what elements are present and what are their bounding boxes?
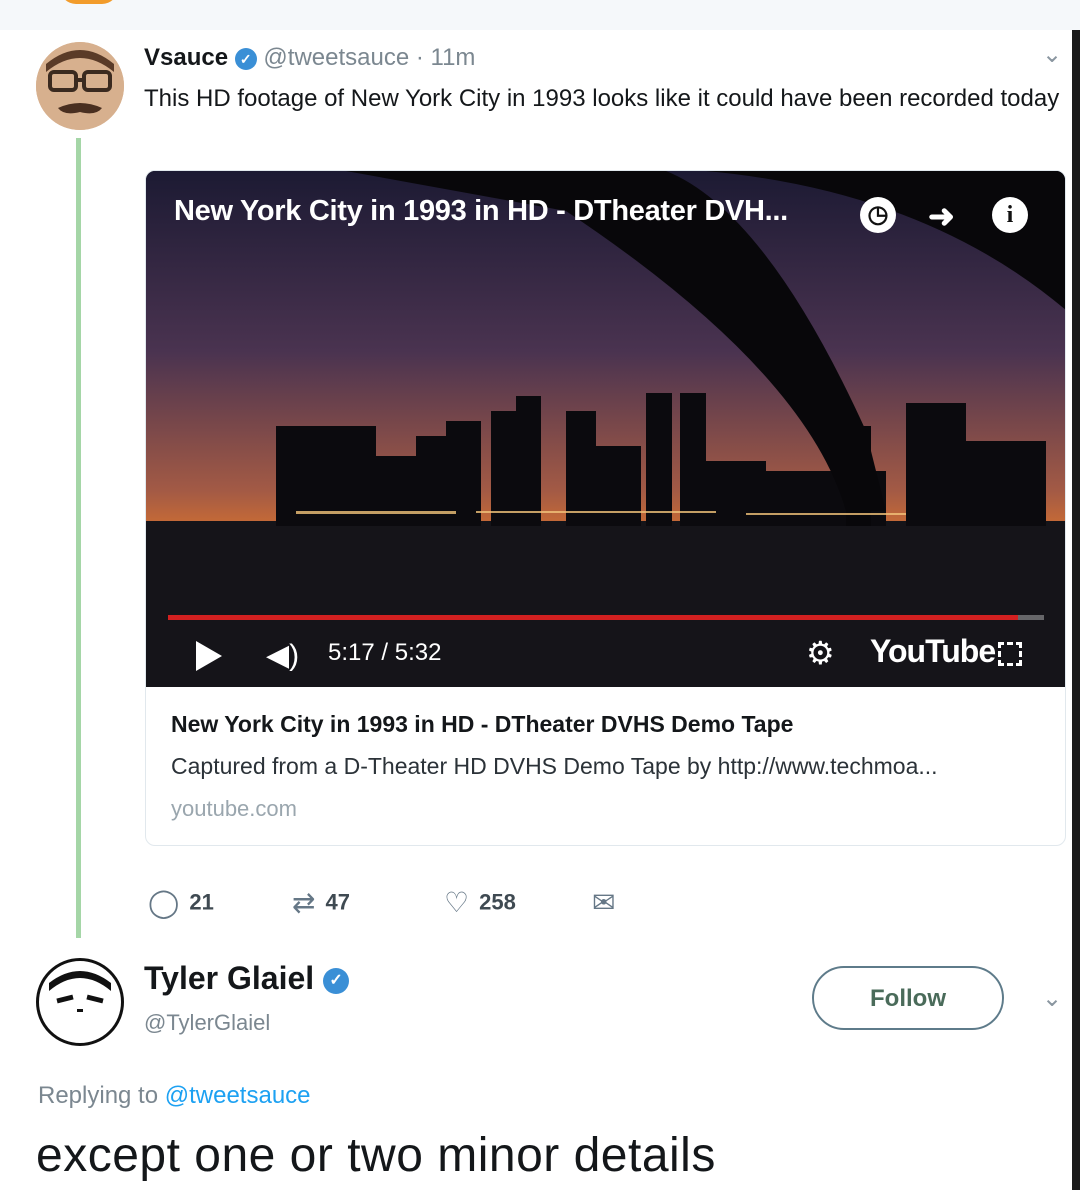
retweet-icon: ⇄ <box>292 887 316 918</box>
card-description: Captured from a D-Theater HD DVHS Demo T… <box>171 753 938 779</box>
info-icon[interactable]: i <box>992 197 1028 233</box>
verified-icon: ✓ <box>234 47 257 70</box>
heart-icon: ♡ <box>444 887 470 918</box>
replying-prefix: Replying to <box>38 1082 159 1109</box>
tweet-author-name[interactable]: Vsauce <box>144 44 228 71</box>
top-strip <box>0 0 1080 30</box>
previous-avatar-edge <box>60 0 118 4</box>
video-title[interactable]: New York City in 1993 in HD - DTheater D… <box>174 195 788 228</box>
video-frame-skyline <box>146 171 1065 687</box>
share-arrow-icon[interactable]: ➜ <box>928 197 955 235</box>
link-card[interactable]: New York City in 1993 in HD - DTheater D… <box>145 170 1066 846</box>
tyler-avatar[interactable] <box>36 958 124 1046</box>
retweet-action[interactable]: ⇄ 47 <box>292 886 350 919</box>
retweet-count: 47 <box>325 889 350 915</box>
progress-fill <box>168 615 1018 620</box>
video-player[interactable]: New York City in 1993 in HD - DTheater D… <box>146 171 1065 687</box>
reply-text: except one or two minor details <box>36 1129 716 1182</box>
play-icon[interactable] <box>196 641 222 671</box>
card-domain: youtube.com <box>171 796 297 821</box>
thread-connector-line <box>76 138 81 938</box>
like-action[interactable]: ♡ 258 <box>444 886 516 919</box>
face-avatar-image <box>36 42 124 130</box>
vsauce-avatar[interactable] <box>36 42 124 130</box>
tweet-author-row: Vsauce ✓ @tweetsauce · 11m <box>144 44 475 72</box>
dm-action[interactable]: ✉ <box>592 886 625 919</box>
reply-handle[interactable]: @TylerGlaiel <box>144 1010 270 1036</box>
tweet-handle[interactable]: @tweetsauce <box>263 44 409 71</box>
progress-bar[interactable] <box>168 615 1044 620</box>
reply-menu-chevron-down-icon[interactable]: ⌄ <box>1042 984 1062 1013</box>
follow-button[interactable]: Follow <box>812 966 1004 1030</box>
tweet-menu-chevron-down-icon[interactable]: ⌄ <box>1042 40 1062 69</box>
like-count: 258 <box>479 889 516 915</box>
cartoon-face-avatar-image <box>49 971 111 1012</box>
tweet-time[interactable]: · 11m <box>416 44 476 71</box>
right-border <box>1072 30 1080 1190</box>
reply-action[interactable]: ◯ 21 <box>148 886 214 919</box>
replying-to-line: Replying to @tweetsauce <box>38 1082 311 1110</box>
envelope-icon: ✉ <box>592 887 616 918</box>
clock-icon[interactable]: ◷ <box>860 197 896 233</box>
youtube-logo[interactable]: YouTube <box>870 633 996 670</box>
gear-hd-icon[interactable]: ⚙ <box>806 634 835 672</box>
tweet-text: This HD footage of New York City in 1993… <box>144 85 1060 112</box>
reply-bubble-icon: ◯ <box>148 887 180 918</box>
fullscreen-icon[interactable] <box>998 642 1022 666</box>
reply-count: 21 <box>189 889 214 915</box>
replying-mention[interactable]: @tweetsauce <box>165 1082 311 1109</box>
reply-author-row: Tyler Glaiel ✓ <box>144 960 350 997</box>
verified-icon: ✓ <box>323 967 350 994</box>
video-time: 5:17 / 5:32 <box>328 639 442 666</box>
volume-icon[interactable]: ◀) <box>266 638 299 673</box>
card-title[interactable]: New York City in 1993 in HD - DTheater D… <box>171 711 793 738</box>
reply-author-name[interactable]: Tyler Glaiel <box>144 960 314 996</box>
